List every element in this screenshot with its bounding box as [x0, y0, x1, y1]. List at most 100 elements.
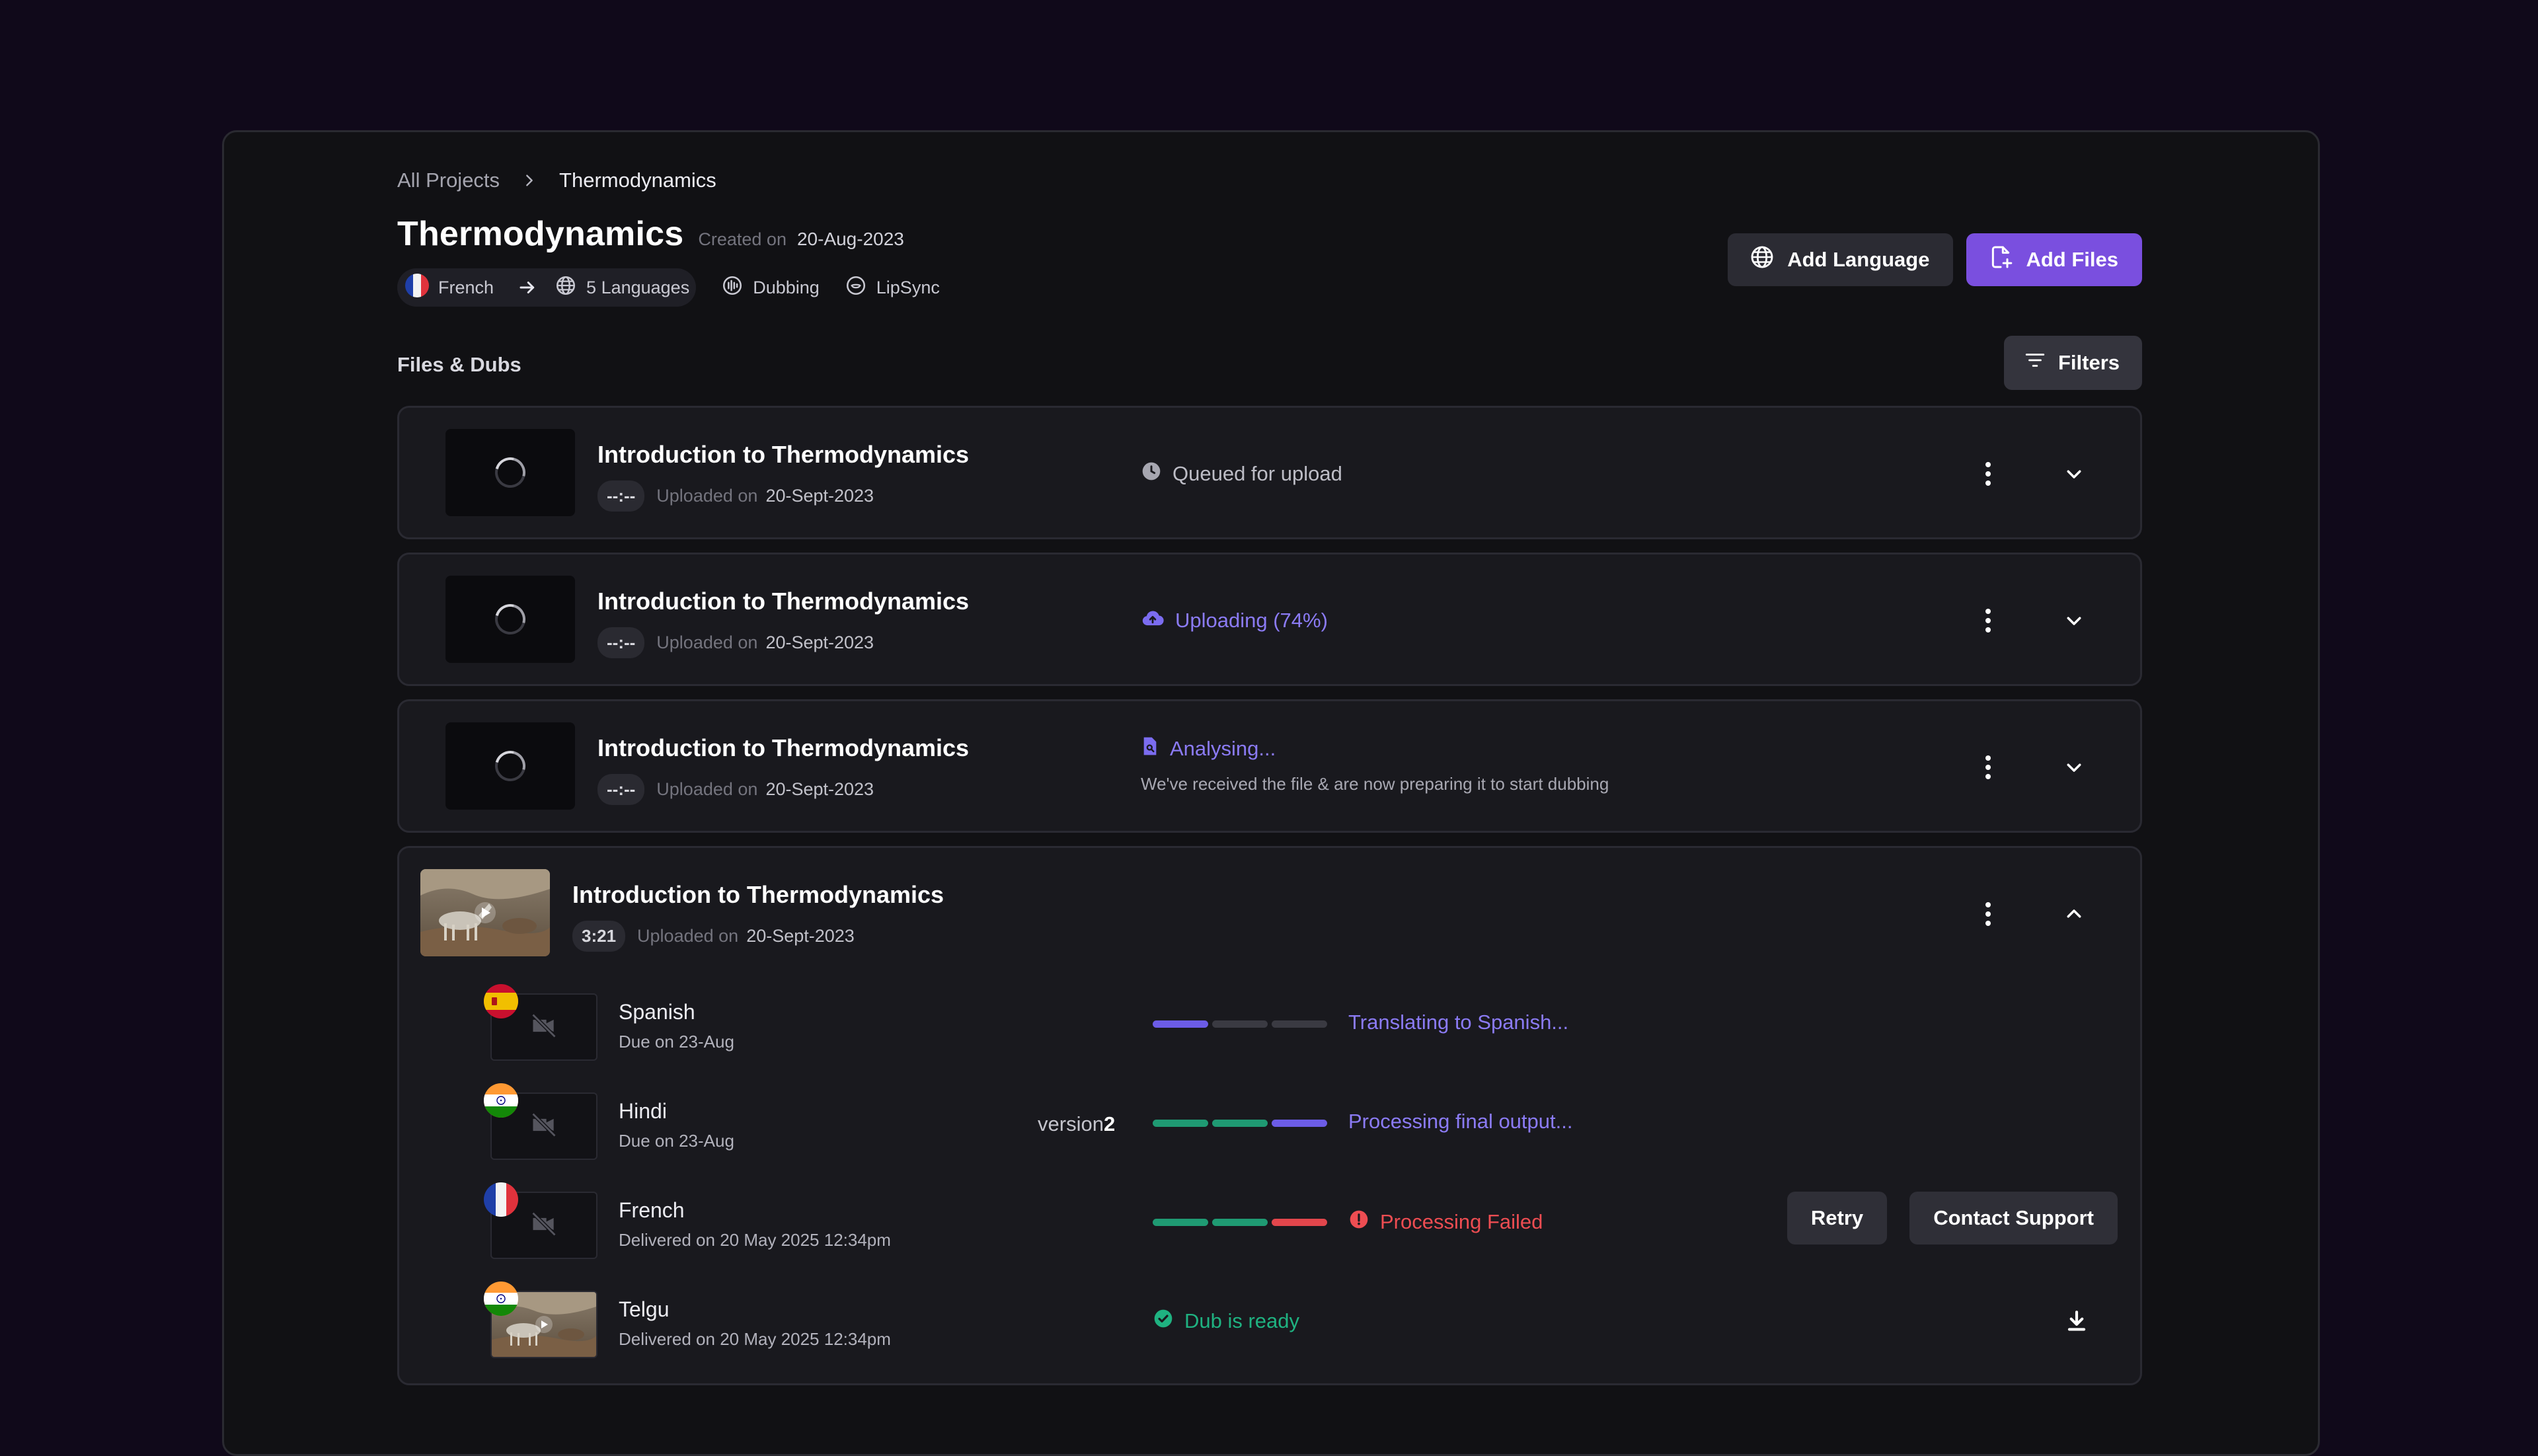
status-label: Uploading (74%): [1175, 609, 1328, 632]
more-options-icon[interactable]: [1975, 754, 2001, 781]
filter-icon: [2024, 349, 2046, 377]
loading-spinner-icon: [489, 598, 531, 640]
file-card-expanded[interactable]: Introduction to Thermodynamics 3:21 Uplo…: [397, 846, 2142, 1385]
uploaded-label: Uploaded on: [656, 632, 758, 652]
chevron-up-icon[interactable]: [2061, 901, 2087, 927]
video-off-icon: [529, 1011, 558, 1044]
feature-lipsync: LipSync: [845, 274, 940, 301]
feature-dubbing-label: Dubbing: [753, 277, 820, 297]
duration-badge: --:--: [597, 627, 645, 658]
add-language-button[interactable]: Add Language: [1728, 233, 1954, 286]
dub-status: Translating to Spanish...: [1348, 1011, 1569, 1034]
section-title: Files & Dubs: [397, 353, 521, 376]
version-text: version: [1038, 1112, 1104, 1135]
page-title: Thermodynamics: [397, 215, 684, 253]
file-card[interactable]: Introduction to Thermodynamics --:-- Upl…: [397, 699, 2142, 833]
breadcrumb-all-projects[interactable]: All Projects: [397, 169, 500, 192]
uploaded-label: Uploaded on: [637, 926, 739, 946]
dub-due: Due on 23-Aug: [619, 1032, 734, 1052]
file-title: Introduction to Thermodynamics: [597, 588, 970, 615]
lipsync-icon: [845, 274, 867, 301]
feature-lipsync-label: LipSync: [876, 277, 940, 297]
dub-due: Due on 23-Aug: [619, 1131, 734, 1151]
video-thumbnail: [445, 429, 575, 516]
chevron-down-icon[interactable]: [2061, 754, 2087, 781]
status-label: Queued for upload: [1173, 462, 1342, 485]
french-flag-icon: [484, 1182, 518, 1217]
uploaded-date: 20-Sept-2023: [765, 779, 874, 799]
spain-flag-icon: [484, 984, 518, 1018]
loading-spinner-icon: [489, 745, 531, 787]
india-flag-icon: [484, 1083, 518, 1118]
progress-step: [1272, 1219, 1327, 1226]
file-card[interactable]: Introduction to Thermodynamics --:-- Upl…: [397, 553, 2142, 686]
uploaded-date: 20-Sept-2023: [746, 926, 855, 946]
dub-language: Telgu: [619, 1297, 670, 1321]
add-files-button[interactable]: Add Files: [1966, 233, 2142, 286]
dub-row-telgu[interactable]: Telgu Delivered on 20 May 2025 12:34pm D…: [399, 1282, 2140, 1358]
dub-due: Delivered on 20 May 2025 12:34pm: [619, 1329, 891, 1349]
dub-row-spanish[interactable]: Spanish Due on 23-Aug Translating to Spa…: [399, 984, 2140, 1061]
chevron-down-icon[interactable]: [2061, 607, 2087, 634]
file-meta: --:-- Uploaded on 20-Sept-2023: [597, 627, 874, 658]
video-off-icon: [529, 1110, 558, 1143]
language-pair-pill: French 5 Languages: [397, 268, 697, 307]
dub-progress: [1153, 1020, 1327, 1028]
created-label: Created on: [698, 229, 787, 249]
dub-status-label: Dub is ready: [1184, 1309, 1300, 1332]
contact-support-button[interactable]: Contact Support: [1909, 1192, 2118, 1245]
progress-step: [1212, 1219, 1268, 1226]
download-icon[interactable]: [2063, 1308, 2090, 1334]
chevron-down-icon[interactable]: [2061, 461, 2087, 487]
file-title: Introduction to Thermodynamics: [572, 881, 944, 908]
dub-status: Processing Failed: [1348, 1209, 1543, 1235]
dub-row-french[interactable]: French Delivered on 20 May 2025 12:34pm …: [399, 1182, 2140, 1259]
file-status: Uploading (74%): [1141, 607, 1328, 634]
video-thumbnail[interactable]: [420, 869, 550, 956]
status-label: Analysing...: [1170, 737, 1276, 760]
file-status: Queued for upload: [1141, 461, 1342, 487]
retry-button[interactable]: Retry: [1787, 1192, 1888, 1245]
dub-row-hindi[interactable]: Hindi Due on 23-Aug version2 Processing …: [399, 1083, 2140, 1160]
dub-actions: Retry Contact Support: [1787, 1192, 2118, 1245]
file-title: Introduction to Thermodynamics: [597, 441, 970, 468]
dub-status-label: Processing Failed: [1380, 1210, 1543, 1233]
file-meta: --:-- Uploaded on 20-Sept-2023: [597, 774, 874, 805]
uploaded-label: Uploaded on: [656, 486, 758, 506]
document-analyse-icon: [1141, 736, 1159, 762]
progress-step: [1212, 1120, 1268, 1127]
dub-due: Delivered on 20 May 2025 12:34pm: [619, 1230, 891, 1250]
duration-badge: 3:21: [572, 921, 626, 952]
uploaded-date: 20-Sept-2023: [765, 632, 874, 652]
video-thumbnail: [445, 576, 575, 663]
dub-progress: [1153, 1219, 1327, 1226]
file-status: Analysing...: [1141, 736, 1276, 762]
more-options-icon[interactable]: [1975, 461, 2001, 487]
progress-step: [1212, 1020, 1268, 1028]
india-flag-icon: [484, 1282, 518, 1316]
file-add-icon: [1987, 244, 2014, 276]
cloud-upload-icon: [1141, 607, 1165, 634]
version-number: 2: [1103, 1112, 1116, 1135]
more-options-icon[interactable]: [1975, 901, 2001, 927]
file-title: Introduction to Thermodynamics: [597, 734, 970, 761]
dub-language: Hindi: [619, 1099, 667, 1123]
add-language-label: Add Language: [1787, 248, 1930, 271]
source-language: French: [438, 277, 494, 297]
more-options-icon[interactable]: [1975, 607, 2001, 634]
target-languages: 5 Languages: [586, 277, 690, 297]
french-flag-icon: [405, 273, 429, 302]
breadcrumb: All Projects Thermodynamics: [397, 157, 2142, 204]
header-actions: Add Language Add Files: [1728, 233, 2142, 286]
filters-button[interactable]: Filters: [2003, 336, 2142, 390]
project-content: All Projects Thermodynamics Thermodynami…: [397, 157, 2142, 1385]
uploaded-date: 20-Sept-2023: [765, 486, 874, 506]
file-card[interactable]: Introduction to Thermodynamics --:-- Upl…: [397, 406, 2142, 539]
filters-label: Filters: [2057, 351, 2120, 374]
file-meta: 3:21 Uploaded on 20-Sept-2023: [572, 921, 855, 952]
file-meta: --:-- Uploaded on 20-Sept-2023: [597, 480, 874, 512]
feature-dubbing: Dubbing: [721, 274, 820, 301]
add-files-label: Add Files: [2026, 248, 2118, 271]
duration-badge: --:--: [597, 774, 645, 805]
version-label[interactable]: version2: [1038, 1112, 1115, 1136]
